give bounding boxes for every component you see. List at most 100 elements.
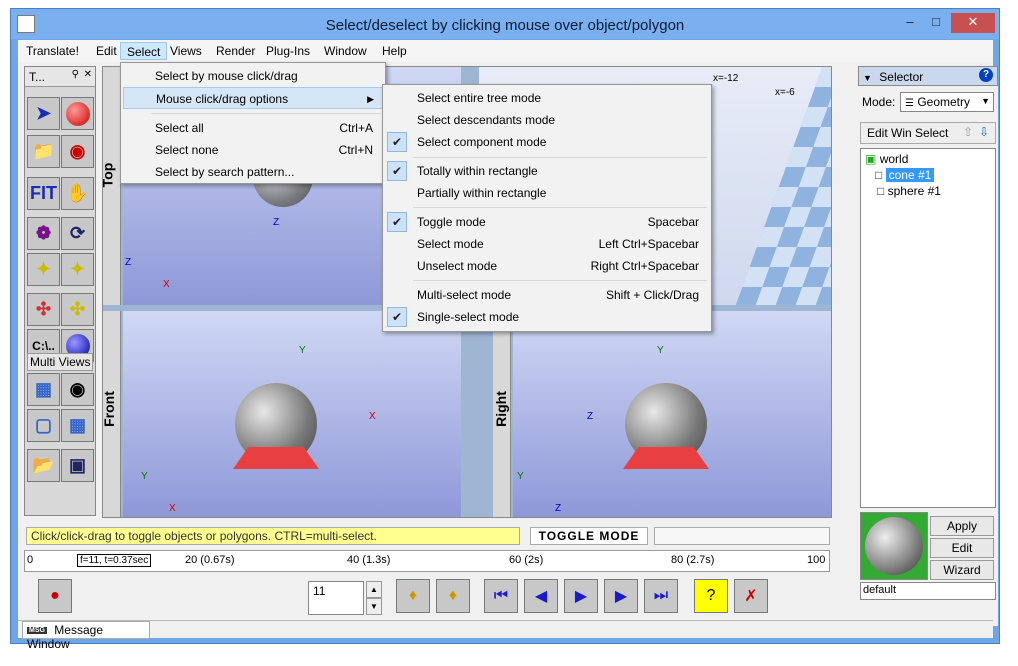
menu-item-select-none[interactable]: Select none Ctrl+N	[123, 139, 383, 161]
light-tool[interactable]: ✣	[61, 293, 94, 326]
menu-translate[interactable]: Translate!	[20, 42, 85, 60]
remove-key-button[interactable]: ♦	[436, 579, 470, 613]
viewport-label-right: Right	[492, 391, 509, 427]
menu-help[interactable]: Help	[376, 42, 413, 60]
cube-wire-tool[interactable]: ▢	[27, 409, 60, 442]
menu-edit[interactable]: Edit	[90, 42, 123, 60]
help-icon[interactable]: ?	[979, 68, 993, 82]
tree-item-sphere[interactable]: □ sphere #1	[875, 183, 945, 199]
submenu-item-descendants[interactable]: Select descendants mode	[385, 109, 709, 131]
menu-item-select-all[interactable]: Select all Ctrl+A	[123, 117, 383, 139]
rotate-tool[interactable]: ❁	[27, 217, 60, 250]
collapse-icon[interactable]: ▼	[863, 73, 872, 83]
fit-label: FIT	[30, 183, 57, 203]
select-arrow-tool[interactable]: ➤	[27, 97, 60, 130]
multi-views-label: Multi Views	[27, 353, 93, 371]
right-viewport[interactable]: Y Z Y Z	[513, 311, 831, 517]
step-forward-icon: ▶	[614, 588, 628, 605]
cube-grid-tool[interactable]: ▦	[61, 409, 94, 442]
submenu-item-select-mode[interactable]: Select mode Left Ctrl+Spacebar	[385, 233, 709, 255]
up-arrow-icon[interactable]: ⇧	[963, 125, 973, 139]
check-icon: ✔	[387, 307, 407, 327]
edit-button[interactable]: Edit	[930, 538, 994, 558]
submenu-item-unselect-mode[interactable]: Unselect mode Right Ctrl+Spacebar	[385, 255, 709, 277]
prev-frame-button[interactable]: ◀	[524, 579, 558, 613]
menu-item-label: Toggle mode	[417, 215, 486, 229]
minimize-button[interactable]: –	[897, 13, 923, 33]
menu-select[interactable]: Select	[120, 42, 168, 60]
apply-button[interactable]: Apply	[930, 516, 994, 536]
skip-forward-icon: ⏭	[653, 587, 669, 604]
check-icon: ✔	[387, 132, 407, 152]
close-button[interactable]: ✕	[951, 13, 995, 33]
menu-shortcut: Right Ctrl+Spacebar	[590, 259, 699, 273]
close-icon[interactable]: ✕	[84, 69, 92, 80]
save-scene-tool[interactable]: ▣	[61, 449, 94, 482]
set-key-button[interactable]: ♦	[396, 579, 430, 613]
play-button[interactable]: ▶	[564, 579, 598, 613]
tree-item-cone[interactable]: □ cone #1	[875, 167, 995, 183]
open-folder-tool[interactable]: 📁	[27, 135, 60, 168]
axis-y-label: Y	[299, 345, 306, 356]
timeline[interactable]: 0 f=11, t=0.37sec 20 (0.67s) 40 (1.3s) 6…	[24, 550, 830, 572]
pin-icon[interactable]: ⚲	[72, 69, 79, 80]
red-ball-tool[interactable]	[61, 97, 94, 130]
scale-star-icon: ✦	[69, 259, 86, 279]
step-back-icon: ◀	[534, 588, 548, 605]
fit-tool[interactable]: FIT	[27, 177, 60, 210]
menu-plugins[interactable]: Plug-Ins	[260, 42, 316, 60]
menu-render[interactable]: Render	[210, 42, 261, 60]
scale-tool[interactable]: ✦	[61, 253, 94, 286]
submenu-item-multi-select[interactable]: Multi-select mode Shift + Click/Drag	[385, 284, 709, 306]
wizard-button[interactable]: Wizard	[930, 560, 994, 580]
menu-views[interactable]: Views	[164, 42, 208, 60]
snapshot-tool[interactable]: ◉	[61, 373, 94, 406]
cube-view-tool[interactable]: ▦	[27, 373, 60, 406]
camera-tool[interactable]: ✣	[27, 293, 60, 326]
next-frame-button[interactable]: ▶	[604, 579, 638, 613]
mode-select[interactable]: ☰ Geometry ▼	[900, 92, 994, 112]
menu-item-search-pattern[interactable]: Select by search pattern...	[123, 161, 383, 183]
last-frame-button[interactable]: ⏭	[644, 579, 678, 613]
orbit-y-tool[interactable]: ⟳	[61, 217, 94, 250]
frame-readout: f=11, t=0.37sec	[77, 554, 152, 567]
save-tool[interactable]: ◉	[61, 135, 94, 168]
axis-x-label: X	[163, 279, 170, 290]
hand-tool[interactable]: ✋	[61, 177, 94, 210]
light-icon: ✣	[69, 299, 86, 319]
timeline-tick: 20 (0.67s)	[185, 554, 235, 566]
front-viewport[interactable]: Y X Y X	[123, 311, 461, 517]
open-scene-tool[interactable]: 📂	[27, 449, 60, 482]
material-preview[interactable]	[860, 512, 928, 580]
menu-window[interactable]: Window	[318, 42, 373, 60]
frame-input[interactable]: 11	[308, 581, 364, 615]
down-arrow-icon[interactable]: ⇩	[979, 125, 989, 139]
menu-item-mouse-options[interactable]: Mouse click/drag options ▶	[123, 87, 383, 109]
move-tool[interactable]: ✦	[27, 253, 60, 286]
submenu-item-entire-tree[interactable]: Select entire tree mode	[385, 87, 709, 109]
frame-up-button[interactable]: ▲	[366, 581, 382, 598]
mode-label: Mode:	[862, 95, 896, 109]
timeline-tick: 0	[27, 554, 34, 566]
submenu-item-single-select[interactable]: ✔ Single-select mode	[385, 306, 709, 328]
menu-item-label: Totally within rectangle	[417, 164, 538, 178]
submenu-item-toggle-mode[interactable]: ✔ Toggle mode Spacebar	[385, 211, 709, 233]
selector-tools-label[interactable]: Edit Win Select	[867, 126, 948, 140]
save-icon: ◉	[69, 141, 86, 161]
skip-back-icon: ⏮	[493, 587, 509, 604]
submenu-item-partially-within[interactable]: Partially within rectangle	[385, 182, 709, 204]
first-frame-button[interactable]: ⏮	[484, 579, 518, 613]
submenu-item-totally-within[interactable]: ✔ Totally within rectangle	[385, 160, 709, 182]
help-button[interactable]: ?	[694, 579, 728, 613]
frame-down-button[interactable]: ▼	[366, 598, 382, 615]
message-window-tab[interactable]: MSG Message Window	[22, 621, 150, 651]
tree-item-world[interactable]: ▣ world	[863, 151, 912, 167]
maximize-button[interactable]: □	[923, 13, 949, 33]
molecule-button[interactable]: ●	[38, 579, 72, 613]
front-viewport-label-bar: Front	[101, 311, 121, 517]
axis-z-label: Z	[587, 411, 594, 422]
submenu-item-component[interactable]: ✔ Select component mode	[385, 131, 709, 153]
tree-icon: ☰	[905, 98, 914, 109]
delete-keys-button[interactable]: ✗	[734, 579, 768, 613]
menu-item-select-by-mouse[interactable]: Select by mouse click/drag	[123, 65, 383, 87]
